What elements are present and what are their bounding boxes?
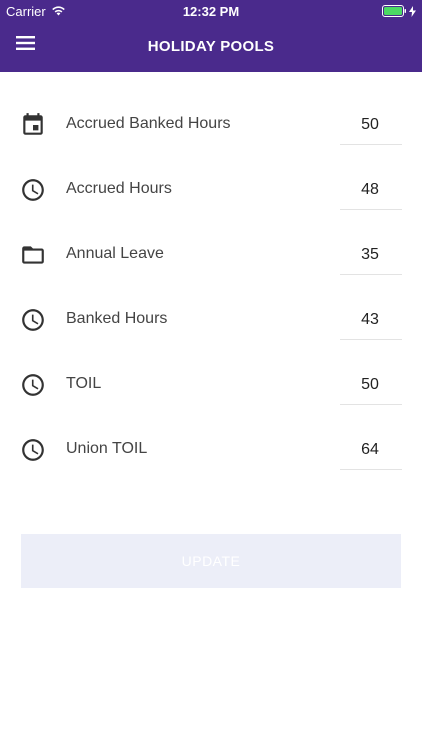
pool-row-accrued-banked-hours: Accrued Banked Hours 50 bbox=[0, 92, 422, 157]
pool-row-accrued-hours: Accrued Hours 48 bbox=[0, 157, 422, 222]
pool-row-banked-hours: Banked Hours 43 bbox=[0, 287, 422, 352]
pool-value-input[interactable]: 43 bbox=[340, 299, 402, 340]
app-header: Carrier 12:32 PM HOLIDAY POOLS bbox=[0, 0, 422, 72]
status-time: 12:32 PM bbox=[182, 4, 240, 19]
holiday-pools-list: Accrued Banked Hours 50 Accrued Hours 48… bbox=[0, 92, 422, 482]
clock-icon bbox=[20, 372, 46, 398]
pool-label: Accrued Banked Hours bbox=[66, 115, 231, 132]
folder-icon bbox=[20, 242, 46, 268]
page-title: HOLIDAY POOLS bbox=[147, 38, 275, 55]
pool-value-input[interactable]: 35 bbox=[340, 234, 402, 275]
pool-label: Accrued Hours bbox=[66, 180, 172, 197]
battery-icon bbox=[382, 5, 407, 20]
pool-row-annual-leave: Annual Leave 35 bbox=[0, 222, 422, 287]
pool-label: Annual Leave bbox=[66, 245, 164, 262]
clock-icon bbox=[20, 177, 46, 203]
pool-row-union-toil: Union TOIL 64 bbox=[0, 417, 422, 482]
status-bar: Carrier 12:32 PM bbox=[0, 0, 422, 22]
pool-label: TOIL bbox=[66, 375, 102, 392]
calendar-icon bbox=[20, 112, 46, 138]
clock-icon bbox=[20, 437, 46, 463]
battery-indicator bbox=[382, 5, 416, 20]
pool-label: Union TOIL bbox=[66, 440, 148, 457]
charging-icon bbox=[409, 5, 416, 20]
pool-value-input[interactable]: 64 bbox=[340, 429, 402, 470]
nav-bar: HOLIDAY POOLS bbox=[0, 22, 422, 72]
pool-value-input[interactable]: 48 bbox=[340, 169, 402, 210]
pool-row-toil: TOIL 50 bbox=[0, 352, 422, 417]
pool-label: Banked Hours bbox=[66, 310, 168, 327]
pool-value-input[interactable]: 50 bbox=[340, 364, 402, 405]
update-button[interactable]: UPDATE bbox=[21, 534, 401, 588]
clock-icon bbox=[20, 307, 46, 333]
pool-value-input[interactable]: 50 bbox=[340, 104, 402, 145]
